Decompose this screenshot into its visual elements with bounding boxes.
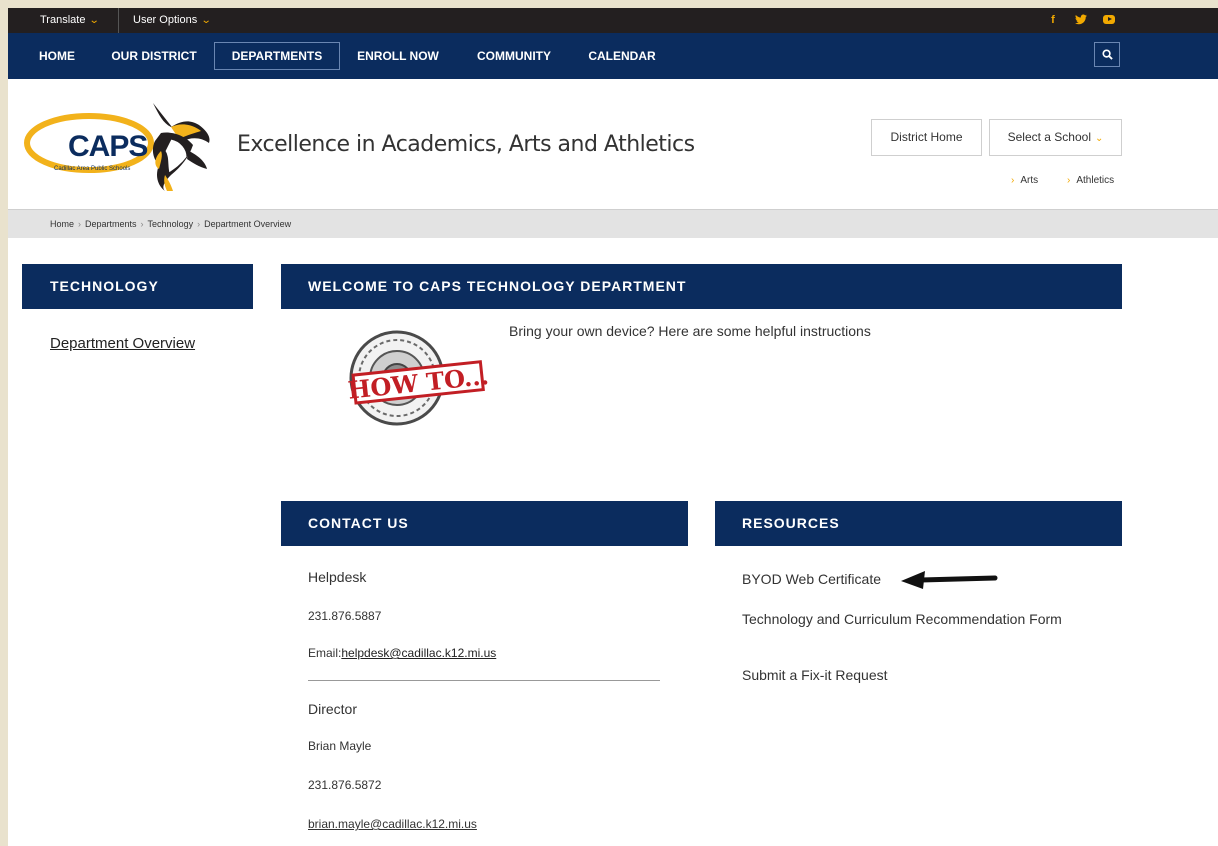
email-label: Email: <box>308 646 342 660</box>
site-header: CAPS Cadillac Area Public Schools Excell… <box>8 79 1218 209</box>
breadcrumb: Home › Departments › Technology › Department O… <box>8 209 1218 238</box>
chevron-down-icon: ⌄ <box>1095 133 1104 144</box>
youtube-icon[interactable] <box>1102 14 1116 27</box>
chevron-down-icon: ⌄ <box>200 15 212 26</box>
welcome-heading: WELCOME TO CAPS TECHNOLOGY DEPARTMENT <box>281 264 1122 309</box>
district-home-button[interactable]: District Home <box>871 119 982 156</box>
translate-menu[interactable]: Translate ⌄ <box>40 8 101 33</box>
nav-home[interactable]: HOME <box>32 42 82 70</box>
quick-link-arts[interactable]: › Arts <box>1011 175 1038 186</box>
translate-label: Translate <box>40 14 86 26</box>
breadcrumb-current: Department Overview <box>204 219 292 229</box>
facebook-icon[interactable]: f <box>1048 14 1058 27</box>
resource-link-byod-certificate[interactable]: BYOD Web Certificate <box>742 571 881 587</box>
director-phone: 231.876.5872 <box>308 778 382 792</box>
sidebar-heading: TECHNOLOGY <box>22 264 253 309</box>
resource-link-tech-recommendation[interactable]: Technology and Curriculum Recommendation… <box>742 610 1072 628</box>
director-name: Brian Mayle <box>308 739 372 753</box>
utility-bar: Translate ⌄ User Options ⌄ f <box>8 8 1218 33</box>
breadcrumb-departments[interactable]: Departments <box>85 219 137 229</box>
pointer-arrow-icon <box>901 571 998 589</box>
nav-community[interactable]: COMMUNITY <box>468 42 560 70</box>
resources-heading: RESOURCES <box>715 501 1122 546</box>
nav-enroll-now[interactable]: ENROLL NOW <box>353 42 443 70</box>
user-options-menu[interactable]: User Options ⌄ <box>133 8 212 33</box>
logo-subtext: Cadillac Area Public Schools <box>54 166 131 172</box>
nav-our-district[interactable]: OUR DISTRICT <box>106 42 202 70</box>
search-button[interactable] <box>1094 42 1120 67</box>
twitter-icon[interactable] <box>1075 14 1087 27</box>
select-school-label: Select a School <box>1007 130 1091 144</box>
quick-link-athletics[interactable]: › Athletics <box>1067 175 1114 186</box>
caps-logo[interactable]: CAPS Cadillac Area Public Schools <box>21 95 216 193</box>
site-tagline: Excellence in Academics, Arts and Athlet… <box>237 132 695 157</box>
nav-departments[interactable]: DEPARTMENTS <box>214 42 340 70</box>
chevron-down-icon: ⌄ <box>89 15 101 26</box>
quick-link-label: Arts <box>1020 175 1039 186</box>
helpdesk-email-line: Email:helpdesk@cadillac.k12.mi.us <box>308 646 496 660</box>
nav-calendar[interactable]: CALENDAR <box>583 42 661 70</box>
search-icon <box>1102 49 1113 60</box>
helpdesk-phone: 231.876.5887 <box>308 609 382 623</box>
helpdesk-label: Helpdesk <box>308 569 367 585</box>
chevron-right-icon: › <box>1011 175 1015 186</box>
how-to-image[interactable]: HOW TO... <box>342 326 490 430</box>
chevron-right-icon: › <box>1067 175 1071 186</box>
breadcrumb-home[interactable]: Home <box>50 219 74 229</box>
helpdesk-email-link[interactable]: helpdesk@cadillac.k12.mi.us <box>341 646 496 660</box>
logo-text: CAPS <box>68 130 148 163</box>
user-options-label: User Options <box>133 14 198 26</box>
sidebar-item-department-overview[interactable]: Department Overview <box>50 335 195 352</box>
contact-heading: CONTACT US <box>281 501 688 546</box>
breadcrumb-technology[interactable]: Technology <box>148 219 194 229</box>
welcome-text: Bring your own device? Here are some hel… <box>509 323 871 339</box>
resource-link-fix-it-request[interactable]: Submit a Fix-it Request <box>742 667 888 683</box>
page: Translate ⌄ User Options ⌄ f HOME OUR DIST… <box>8 8 1218 846</box>
select-school-dropdown[interactable]: Select a School ⌄ <box>989 119 1122 156</box>
main-nav: HOME OUR DISTRICT DEPARTMENTS ENROLL NOW… <box>8 33 1218 79</box>
director-email-link[interactable]: brian.mayle@cadillac.k12.mi.us <box>308 817 477 831</box>
director-label: Director <box>308 701 358 717</box>
quick-link-label: Athletics <box>1076 175 1115 186</box>
divider <box>308 680 660 681</box>
divider <box>118 8 119 33</box>
